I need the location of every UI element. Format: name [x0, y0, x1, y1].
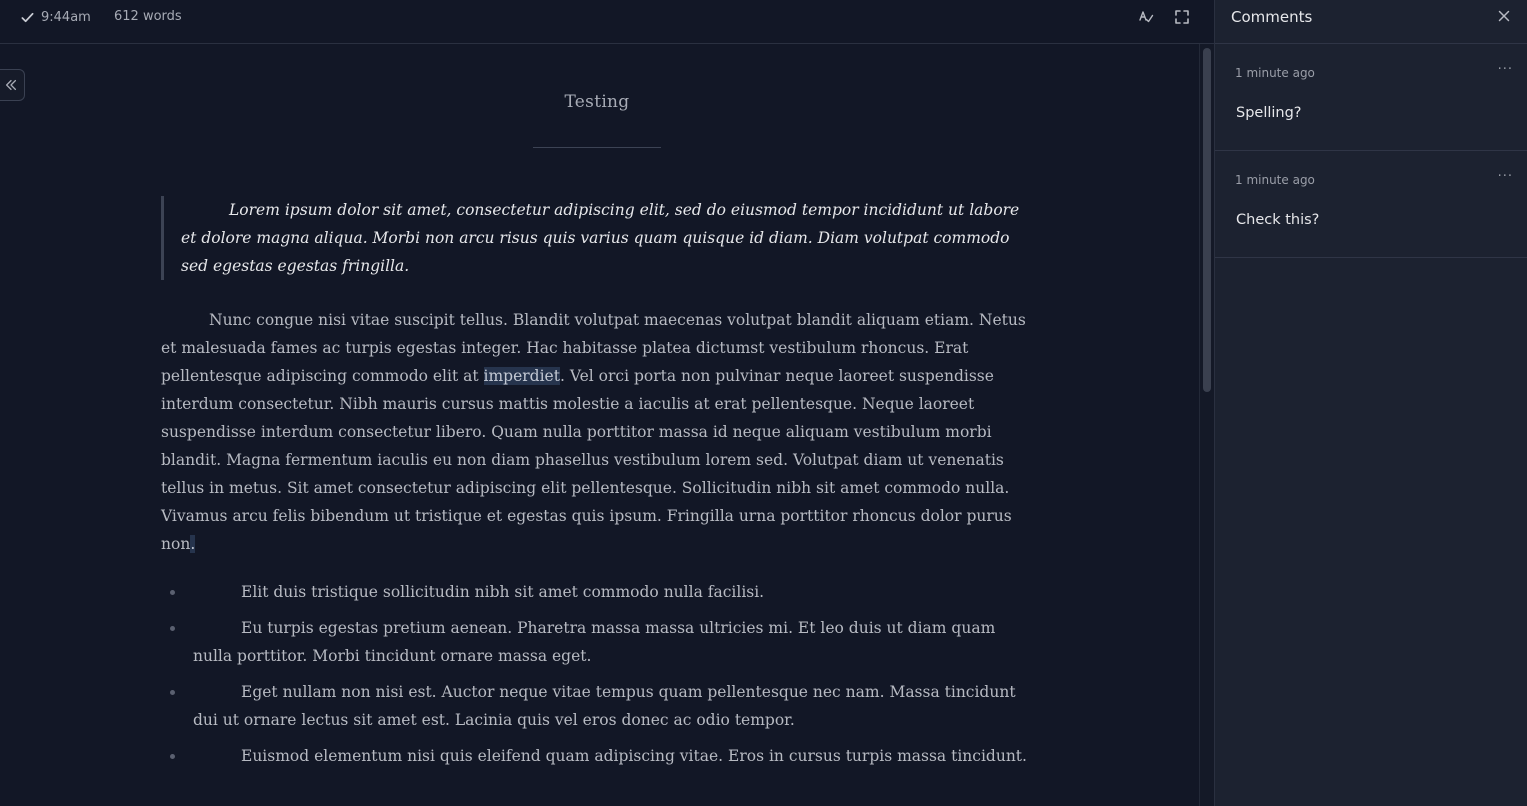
- more-options-icon[interactable]: ···: [1498, 169, 1513, 184]
- bullet-list[interactable]: Elit duis tristique sollicitudin nibh si…: [161, 578, 1027, 778]
- editor-toolbar: 9:44am 612 words: [0, 0, 1214, 44]
- commented-text-highlight[interactable]: imperdiet: [483, 367, 560, 385]
- fullscreen-icon[interactable]: [1172, 7, 1192, 27]
- comment-time: 1 minute ago: [1235, 173, 1315, 187]
- saved-time: 9:44am: [41, 9, 91, 25]
- check-icon: [21, 12, 34, 22]
- comment-text: Check this?: [1236, 212, 1320, 228]
- comments-header: Comments: [1215, 0, 1527, 44]
- list-item[interactable]: Elit duis tristique sollicitudin nibh si…: [161, 578, 1027, 606]
- word-count: 612 words: [114, 9, 182, 24]
- document-title[interactable]: Testing: [533, 92, 661, 112]
- scrollbar-thumb[interactable]: [1203, 48, 1211, 392]
- comments-panel: Comments 1 minute ago ··· Spelling? 1 mi…: [1214, 0, 1527, 806]
- list-item[interactable]: Eget nullam non nisi est. Auctor neque v…: [161, 678, 1027, 734]
- body-paragraph[interactable]: Nunc congue nisi vitae suscipit tellus. …: [161, 306, 1027, 558]
- paragraph-text: . Vel orci porta non pulvinar neque laor…: [161, 367, 1012, 553]
- document-editor[interactable]: Testing Lorem ipsum dolor sit amet, cons…: [0, 44, 1199, 806]
- spellcheck-icon[interactable]: [1136, 7, 1156, 27]
- blockquote[interactable]: Lorem ipsum dolor sit amet, consectetur …: [161, 196, 1027, 280]
- comments-title: Comments: [1231, 8, 1313, 26]
- comment-card[interactable]: 1 minute ago ··· Spelling?: [1215, 44, 1527, 151]
- list-item[interactable]: Eu turpis egestas pretium aenean. Pharet…: [161, 614, 1027, 670]
- commented-text-highlight[interactable]: .: [190, 535, 196, 553]
- list-item[interactable]: Euismod elementum nisi quis eleifend qua…: [161, 742, 1027, 770]
- comment-text: Spelling?: [1236, 105, 1302, 121]
- more-options-icon[interactable]: ···: [1498, 62, 1513, 77]
- title-divider: [533, 147, 661, 148]
- close-icon[interactable]: [1498, 10, 1510, 22]
- saved-status: 9:44am: [20, 8, 91, 26]
- editor-scrollbar[interactable]: [1199, 44, 1214, 806]
- comment-card[interactable]: 1 minute ago ··· Check this?: [1215, 151, 1527, 258]
- comment-time: 1 minute ago: [1235, 66, 1315, 80]
